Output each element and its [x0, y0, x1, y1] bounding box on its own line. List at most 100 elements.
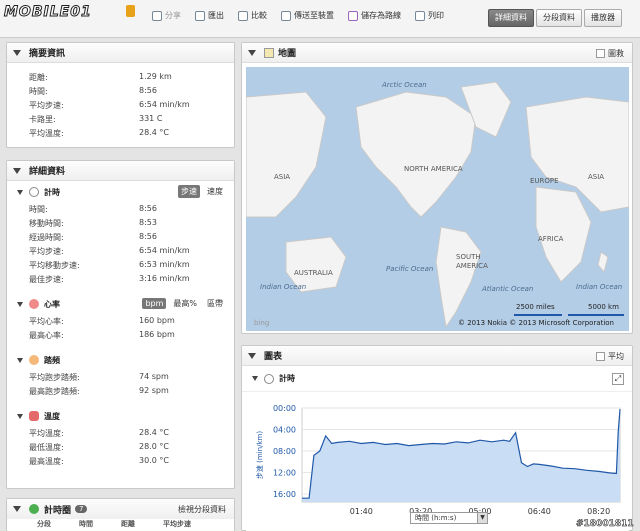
device-icon [281, 10, 291, 21]
thermometer-icon [29, 411, 39, 421]
row-value: 92 spm [139, 386, 169, 395]
cadence-header[interactable]: 踏頻 [7, 349, 234, 371]
max-percent-toggle[interactable]: 最高% [170, 297, 200, 310]
row-key: 平均溫度: [29, 129, 64, 138]
timing-row: 最佳步速: 3:16 min/km [7, 273, 234, 287]
map-label: ASIA [274, 173, 291, 181]
export-icon [195, 10, 205, 21]
map-label: Arctic Ocean [382, 81, 427, 89]
map-label: Indian Ocean [260, 283, 307, 291]
x-axis-select[interactable]: 時間 (h:m:s) ▼ [410, 512, 488, 524]
average-checkbox[interactable] [596, 352, 605, 361]
temperature-header[interactable]: 溫度 [7, 405, 234, 427]
share-label: 分享 [165, 11, 181, 20]
row-value: 160 bpm [139, 316, 175, 325]
scale-miles: 2500 miles [516, 303, 555, 311]
laps-header[interactable]: 計時圈 7 檢視分段資料 [7, 499, 234, 519]
map-icon [264, 47, 274, 58]
heart-row: 平均心率: 160 bpm [7, 315, 234, 329]
zone-toggle[interactable]: 區帶 [204, 297, 226, 310]
world-map[interactable]: Arctic Ocean ASIA NORTH AMERICA EUROPE A… [246, 67, 629, 331]
heart-rate-header[interactable]: 心率 bpm 最高% 區帶 [7, 293, 234, 315]
cadence-rows: 平均跑步踏頻: 74 spm 最高跑步踏頻: 92 spm [7, 371, 234, 399]
timing-header[interactable]: 計時 步速 速度 [7, 181, 234, 203]
summary-rows: 距離: 1.29 km 時間: 8:56 平均步速: 6:54 min/km 卡路里:… [7, 63, 234, 141]
temperature-title: 溫度 [44, 411, 60, 421]
compare-button[interactable]: 比較 [238, 10, 267, 21]
x-tick-label: 06:40 [528, 507, 551, 516]
collapse-icon [248, 352, 256, 359]
route-icon [348, 10, 358, 21]
charts-panel: 圖表 平均 計時 ⤢ 00:00 04:00 08:00 12:00 16:00 01:4… [241, 345, 633, 531]
charts-header[interactable]: 圖表 平均 [242, 346, 632, 366]
share-icon [152, 10, 162, 21]
scale-bar [514, 314, 562, 316]
row-key: 最高跑步踏頻: [29, 387, 80, 396]
legend-checkbox[interactable] [596, 49, 605, 58]
print-button[interactable]: 列印 [415, 10, 444, 21]
map-panel: 地圖 圖救 Arctic Ocean ASIA NORTH AMERICA EU… [241, 42, 633, 334]
row-key: 移動時間: [29, 219, 64, 228]
expand-icon[interactable]: ⤢ [612, 373, 624, 385]
details-header[interactable]: 詳細資料 [7, 161, 234, 181]
row-key: 最低溫度: [29, 443, 64, 452]
bpm-toggle[interactable]: bpm [142, 298, 167, 309]
send-device-label: 傳送至裝置 [294, 11, 334, 20]
y-tick-label: 12:00 [273, 468, 296, 477]
export-button[interactable]: 匯出 [195, 10, 224, 21]
temperature-row: 最高溫度: 30.0 °C [7, 455, 234, 469]
tab-splits[interactable]: 分段資料 [536, 9, 582, 27]
row-value: 186 bpm [139, 330, 175, 339]
row-value: 8:56 [139, 232, 157, 241]
x-tick-label: 01:40 [350, 507, 373, 516]
map-label: Pacific Ocean [386, 265, 434, 273]
row-value: 8:56 [139, 204, 157, 213]
send-to-device-button[interactable]: 傳送至裝置 [281, 10, 334, 21]
compare-label: 比較 [251, 11, 267, 20]
map-title: 地圖 [278, 49, 297, 59]
timing-chart-header[interactable]: 計時 ⤢ [242, 366, 632, 392]
clock-icon [29, 187, 39, 197]
print-icon [415, 10, 425, 21]
row-key: 最佳步速: [29, 275, 64, 284]
row-key: 平均移動步速: [29, 261, 80, 270]
row-key: 經過時間: [29, 233, 64, 242]
cadence-row: 最高跑步踏頻: 92 spm [7, 385, 234, 399]
summary-row: 平均溫度: 28.4 °C [7, 127, 234, 141]
collapse-icon [17, 189, 23, 195]
share-button[interactable]: 分享 [152, 10, 181, 21]
pace-toggle[interactable]: 步速 [178, 185, 200, 198]
save-route-button[interactable]: 儲存為路線 [348, 10, 401, 21]
timing-row: 時間: 8:56 [7, 203, 234, 217]
y-tick-label: 00:00 [273, 404, 296, 413]
legend-label: 圖救 [608, 49, 624, 58]
row-key: 最高心率: [29, 331, 64, 340]
laps-table-header: 分段 時間 距離 平均步速 [7, 519, 234, 529]
toolbar: 分享 匯出 比較 傳送至裝置 儲存為路線 列印 [152, 10, 444, 21]
collapse-icon [17, 301, 23, 307]
y-tick-label: 08:00 [273, 447, 296, 456]
laps-title: 計時圈 [44, 505, 72, 516]
print-label: 列印 [428, 11, 444, 20]
laps-count-badge: 7 [75, 505, 88, 513]
save-route-label: 儲存為路線 [361, 11, 401, 20]
row-value: 28.4 °C [139, 128, 169, 137]
summary-header[interactable]: 摘要資訊 [7, 43, 234, 63]
temperature-row: 最低溫度: 28.0 °C [7, 441, 234, 455]
view-tabs: 詳細資料 分段資料 播放器 [488, 9, 624, 27]
row-value: 1.29 km [139, 72, 172, 81]
laps-icon [29, 504, 39, 514]
bing-logo: bing [254, 319, 270, 327]
view-splits-link[interactable]: 檢視分段資料 [178, 504, 226, 515]
top-bar: MOBILE01 分享 匯出 比較 傳送至裝置 儲存為路線 列印 詳細資料 分段… [0, 0, 640, 38]
export-label: 匯出 [208, 11, 224, 20]
details-title: 詳細資料 [29, 167, 66, 177]
collapse-icon [13, 49, 21, 56]
tab-details[interactable]: 詳細資料 [488, 9, 534, 27]
heart-title: 心率 [44, 299, 60, 309]
row-value: 30.0 °C [139, 456, 169, 465]
tab-player[interactable]: 播放器 [584, 9, 622, 27]
collapse-icon [13, 506, 21, 512]
map-header[interactable]: 地圖 圖救 [242, 43, 632, 63]
speed-toggle[interactable]: 速度 [204, 185, 226, 198]
